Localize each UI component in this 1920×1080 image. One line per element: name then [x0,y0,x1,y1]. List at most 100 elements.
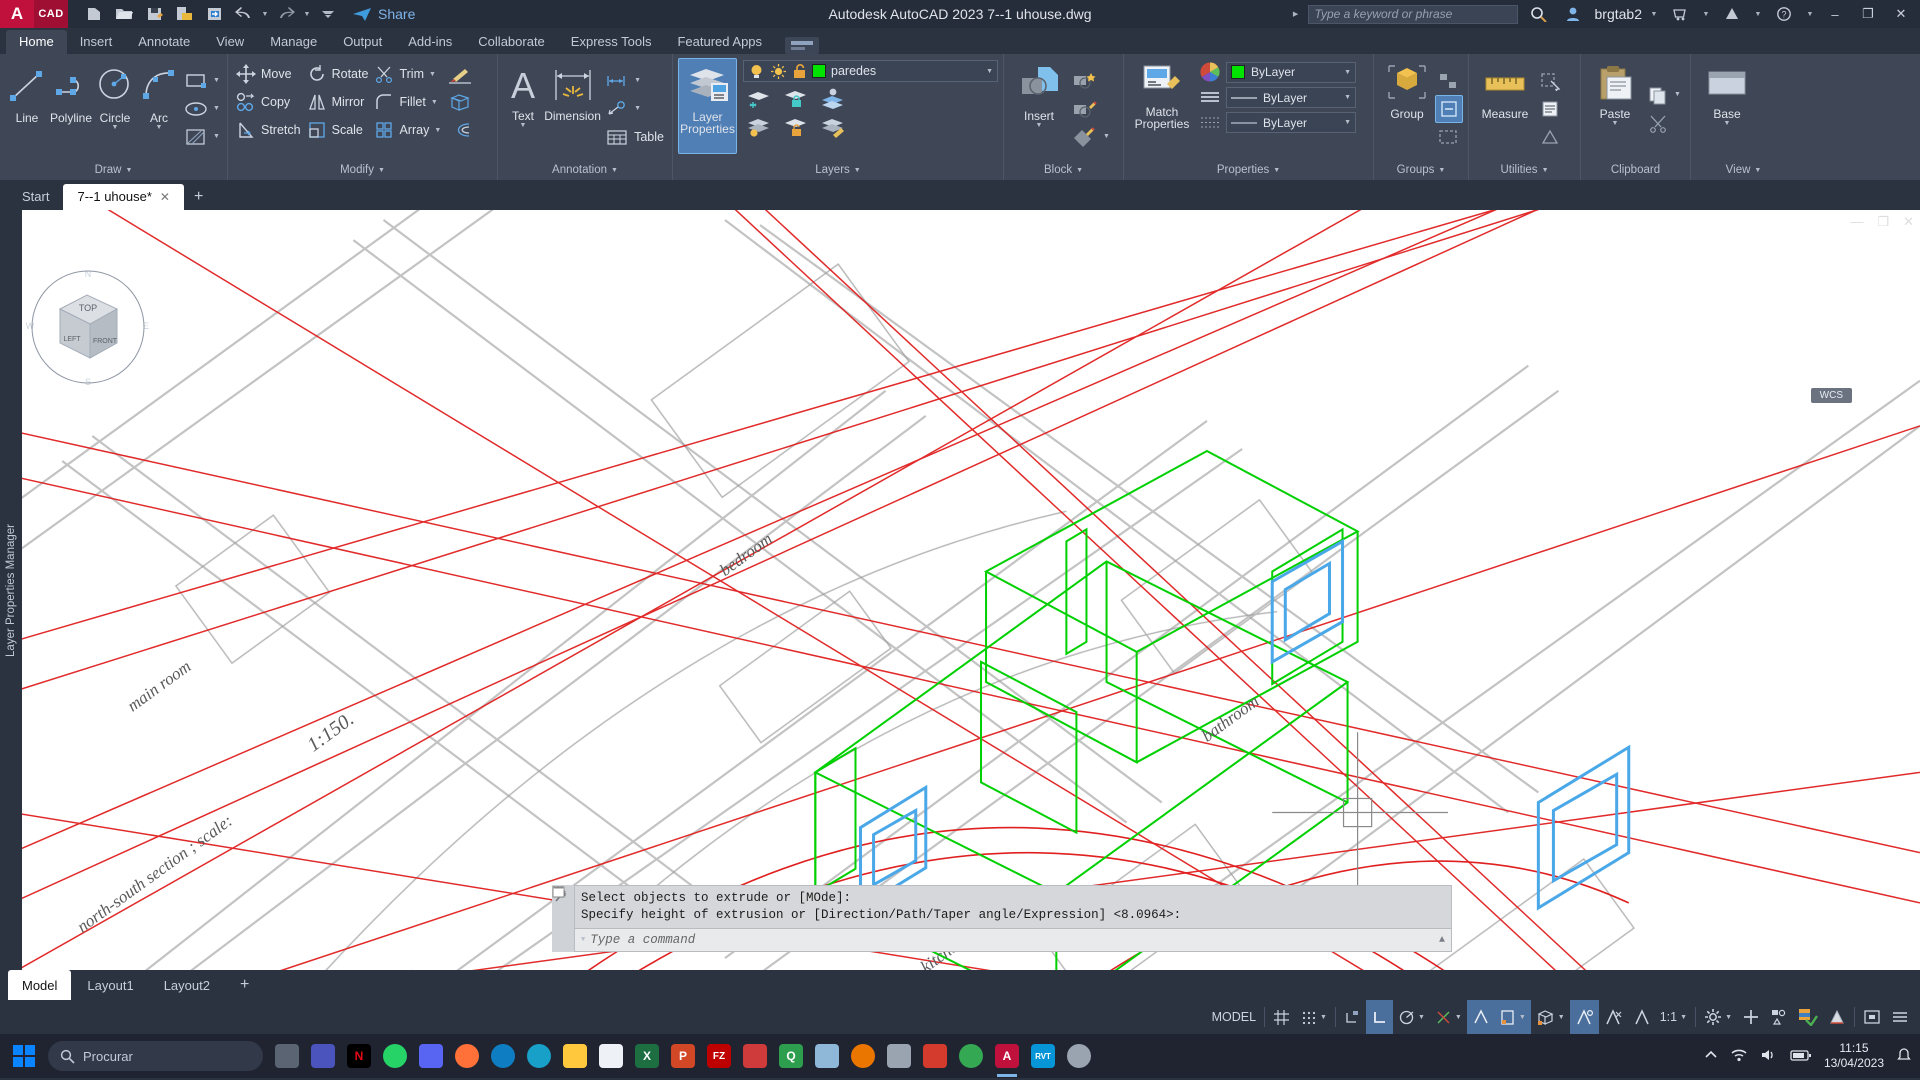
autocad-logo-icon[interactable]: A [0,0,34,28]
annotation-scale-icon[interactable] [1628,1000,1655,1034]
offset-button[interactable] [444,116,476,144]
infer-constraints-toggle[interactable] [1339,1000,1366,1034]
linear-dimension-dropdown-icon[interactable]: ▼ [634,77,641,84]
group-selection-button[interactable] [1435,123,1463,151]
layout-tab-layout2[interactable]: Layout2 [150,973,224,998]
rectangle-dropdown-icon[interactable]: ▼ [213,77,220,84]
edit-attribute-button[interactable]: ▼ [1069,123,1113,151]
undo-dropdown-icon[interactable]: ▼ [260,11,270,18]
marketplace-icon[interactable] [1666,1,1694,27]
ucs-icon-toggle[interactable]: ▼ [1493,1000,1531,1034]
save-as-icon[interactable] [170,1,198,27]
search-input[interactable]: Type a keyword or phrase [1307,4,1518,24]
arc-dropdown-icon[interactable]: ▼ [156,124,163,131]
table-button[interactable]: Table [602,123,667,151]
help-dropdown-icon[interactable]: ▼ [1805,11,1815,18]
taskbar-app-netflix[interactable]: N [341,1034,377,1078]
circle-dropdown-icon[interactable]: ▼ [112,124,119,131]
color-wheel-icon[interactable] [1199,61,1221,83]
leader-dropdown-icon[interactable]: ▼ [634,105,641,112]
polyline-button[interactable]: Polyline [49,60,93,158]
move-button[interactable]: Move [233,60,304,88]
taskbar-app-autocad[interactable]: A [989,1034,1025,1078]
lightbulb-on-icon[interactable] [748,63,765,80]
color-combo[interactable]: ByLayer ▼ [1226,61,1356,83]
ungroup-button[interactable] [1435,67,1463,95]
lineweight-combo[interactable]: ByLayer ▼ [1226,112,1356,133]
dyn-ucs-dropdown-icon[interactable]: ▼ [1558,1014,1565,1021]
dynamic-ucs-toggle[interactable]: ▼ [1531,1000,1570,1034]
rotate-button[interactable]: Rotate [304,60,372,88]
hatch-dropdown-icon[interactable]: ▼ [213,133,220,140]
file-tab-start[interactable]: Start [8,184,63,210]
windows-start-button[interactable] [0,1045,48,1067]
layer-isolate-icon[interactable] [745,114,772,138]
tab-manage[interactable]: Manage [257,30,330,54]
save-icon[interactable] [140,1,168,27]
snap-mode-toggle[interactable]: ▼ [1295,1000,1332,1034]
array-button[interactable]: Array ▼ [371,116,444,144]
redo-icon[interactable] [272,1,300,27]
tab-insert[interactable]: Insert [67,30,126,54]
copy-clip-dropdown-icon[interactable]: ▼ [1674,91,1681,98]
layer-color-swatch[interactable] [812,64,826,78]
taskbar-app-blender[interactable] [845,1034,881,1078]
battery-icon[interactable] [1790,1048,1812,1065]
polar-dropdown-icon[interactable]: ▼ [1418,1014,1425,1021]
file-tab-uhouse[interactable]: 7--1 uhouse* ✕ [63,184,184,210]
model-space-button[interactable]: MODEL [1207,1000,1261,1034]
new-layout-button[interactable]: + [226,971,263,999]
units-button[interactable] [1823,1000,1851,1034]
layer-control-combo[interactable]: paredes ▼ [743,60,998,82]
tab-view[interactable]: View [203,30,257,54]
layer-properties-button[interactable]: Layer Properties [678,58,737,154]
ortho-mode-toggle[interactable] [1365,1000,1393,1034]
taskbar-app-chrome[interactable] [953,1034,989,1078]
arc-button[interactable]: Arc ▼ [137,60,181,158]
list-button[interactable] [1536,95,1564,123]
tab-output[interactable]: Output [330,30,395,54]
fillet-dropdown-icon[interactable]: ▼ [431,99,438,106]
viewport-minimize-button[interactable]: — [1850,214,1863,230]
array-dropdown-icon[interactable]: ▼ [434,127,441,134]
linetype-combo[interactable]: ByLayer ▼ [1226,87,1356,108]
redo-dropdown-icon[interactable]: ▼ [302,11,312,18]
taskbar-app-notepad[interactable] [593,1034,629,1078]
annotation-scale-value[interactable]: 1:1 ▼ [1655,1000,1692,1034]
layer-combo-dropdown-icon[interactable]: ▼ [986,68,993,75]
annotation-scale-dropdown-icon[interactable]: ▼ [1680,1014,1687,1021]
measure-button[interactable]: Measure [1474,60,1536,158]
copy-clip-button[interactable]: ▼ [1644,81,1684,109]
clean-screen-button[interactable] [1858,1000,1886,1034]
layer-move-to-front-icon[interactable] [819,86,846,110]
command-input-row[interactable]: ▼ Type a command ▲ [552,886,1452,952]
wifi-icon[interactable] [1730,1048,1748,1065]
edit-block-button[interactable] [1069,95,1113,123]
layout-tab-model[interactable]: Model [8,970,72,1000]
search-expand-icon[interactable]: ▶ [1291,10,1301,18]
taskbar-app-other[interactable] [1061,1034,1097,1078]
taskbar-app-adobe[interactable] [917,1034,953,1078]
taskbar-app-revit[interactable]: RVT [1025,1034,1061,1078]
customization-button[interactable] [1737,1000,1765,1034]
command-history-dropdown-icon[interactable]: ▼ [581,936,585,944]
search-icon[interactable] [1525,1,1553,27]
grid-display-toggle[interactable] [1268,1000,1295,1034]
expand-status-button[interactable] [1886,1000,1914,1034]
color-combo-dropdown-icon[interactable]: ▼ [1344,69,1351,76]
tab-express-tools[interactable]: Express Tools [558,30,665,54]
open-file-icon[interactable] [110,1,138,27]
linetype-combo-dropdown-icon[interactable]: ▼ [1344,94,1351,101]
viewport-close-button[interactable]: ✕ [1903,214,1914,230]
taskbar-clock[interactable]: 11:15 13/04/2023 [1824,1041,1884,1071]
tab-featured-apps[interactable]: Featured Apps [664,30,775,54]
scale-button[interactable]: Scale [304,116,372,144]
point-style-button[interactable] [1536,123,1564,151]
taskbar-app-edge-beta[interactable] [521,1034,557,1078]
workspace-dropdown-icon[interactable]: ▼ [1725,1014,1732,1021]
new-file-tab-button[interactable]: + [184,184,213,210]
account-dropdown-icon[interactable]: ▼ [1753,11,1763,18]
tab-annotate[interactable]: Annotate [125,30,203,54]
tab-collaborate[interactable]: Collaborate [465,30,558,54]
taskbar-app-qgis[interactable]: Q [773,1034,809,1078]
